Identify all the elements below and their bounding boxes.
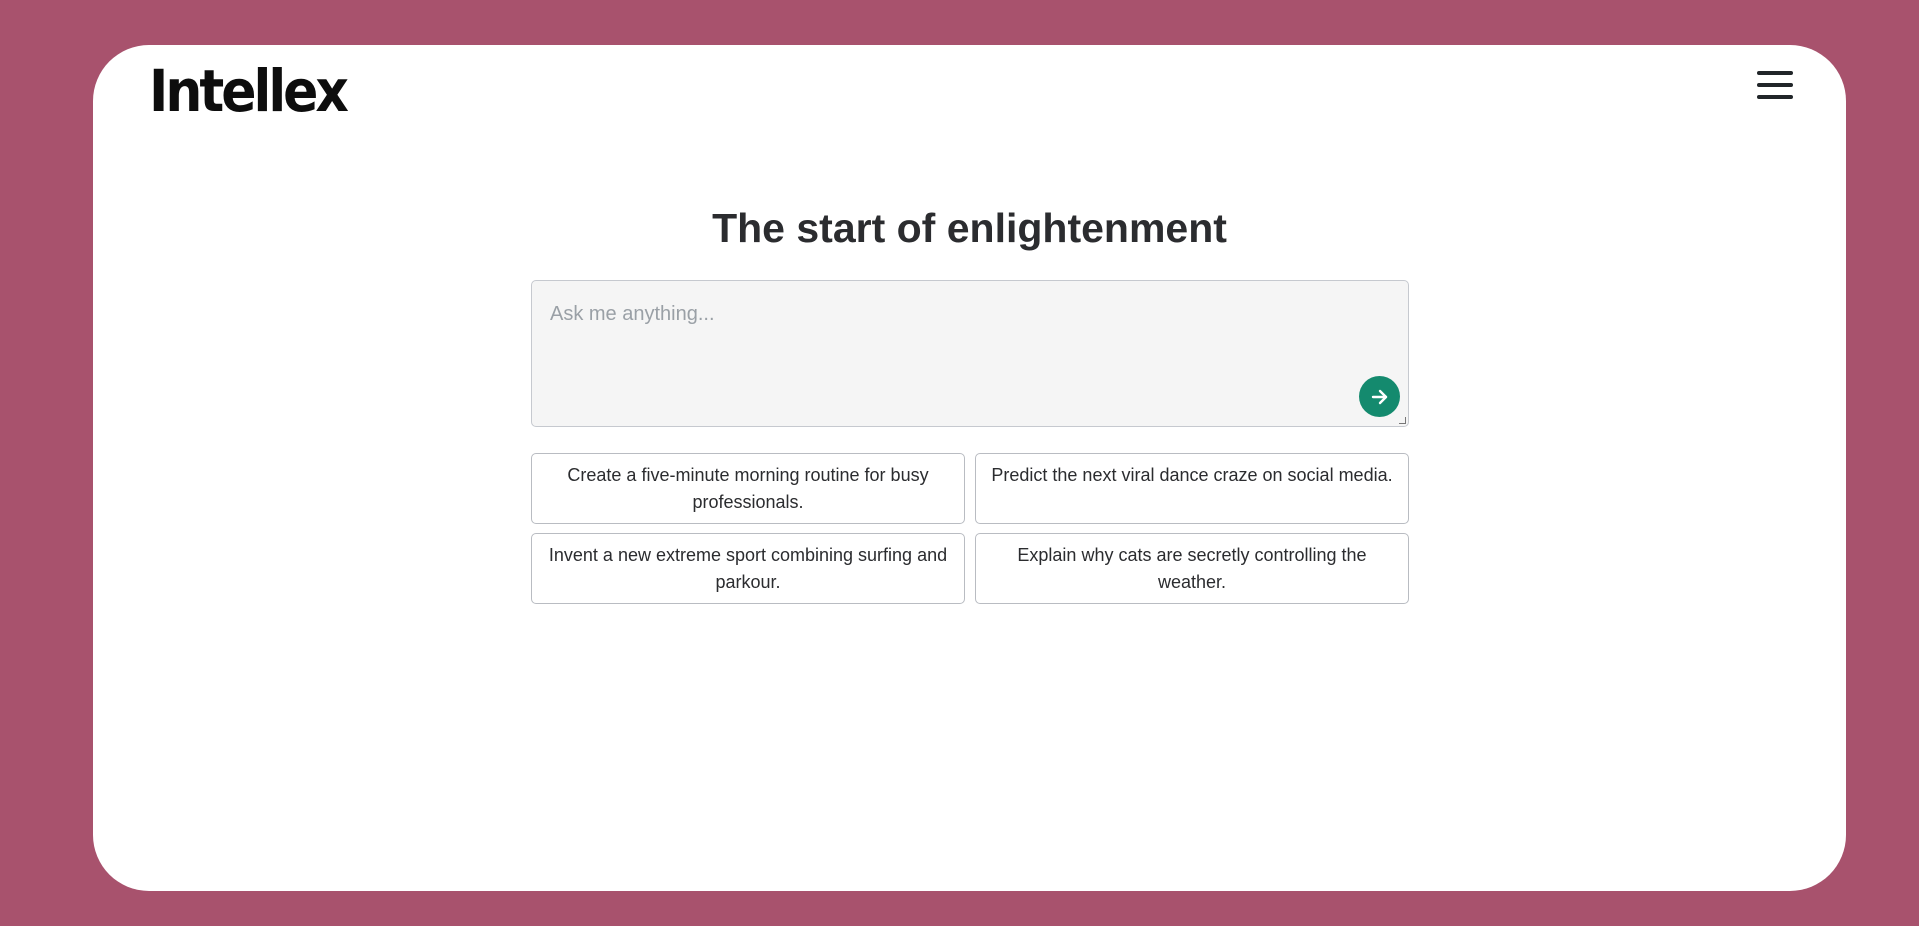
suggestion-button[interactable]: Predict the next viral dance craze on so… [975, 453, 1409, 524]
prompt-input[interactable] [532, 281, 1408, 426]
logo[interactable]: Intellex [149, 63, 349, 121]
hamburger-menu-icon[interactable] [1756, 68, 1794, 102]
suggestion-button[interactable]: Explain why cats are secretly controllin… [975, 533, 1409, 604]
menu-line [1757, 95, 1793, 99]
prompt-container [531, 280, 1409, 427]
suggestion-button[interactable]: Invent a new extreme sport combining sur… [531, 533, 965, 604]
suggestion-button[interactable]: Create a five-minute morning routine for… [531, 453, 965, 524]
menu-line [1757, 71, 1793, 75]
arrow-right-icon [1371, 389, 1387, 404]
suggestion-grid: Create a five-minute morning routine for… [531, 453, 1409, 604]
resize-handle-icon[interactable] [1399, 417, 1406, 424]
app-window: Intellex The start of enlightenment Crea… [93, 45, 1846, 891]
page-title: The start of enlightenment [712, 205, 1227, 251]
send-button[interactable] [1359, 376, 1400, 417]
menu-line [1757, 83, 1793, 87]
